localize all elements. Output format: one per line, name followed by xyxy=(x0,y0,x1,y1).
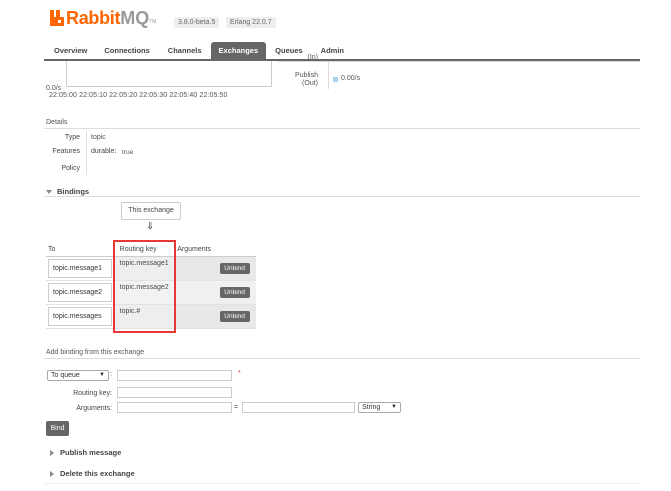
chart-y-zero-label: 0.0/s xyxy=(46,85,62,92)
series-swatch xyxy=(333,77,338,82)
col-arguments: Arguments xyxy=(175,243,218,257)
argument-type-value: String xyxy=(362,404,381,411)
down-arrow-icon: ⇓ xyxy=(146,221,155,232)
durable-key: durable: xyxy=(91,148,117,155)
footer-divider xyxy=(44,483,640,484)
rabbit-logo-icon xyxy=(50,10,64,26)
tab-channels[interactable]: Channels xyxy=(159,42,211,59)
destination-type-value: To queue xyxy=(51,372,80,379)
collapse-arrow-icon xyxy=(46,190,52,195)
add-binding-divider xyxy=(44,358,640,359)
delete-exchange-toggle[interactable]: Delete this exchange xyxy=(50,469,135,478)
erlang-badge: Erlang 22.0.7 xyxy=(226,17,276,28)
tab-connections[interactable]: Connections xyxy=(95,42,158,59)
durable-value: true xyxy=(122,149,134,156)
binding-arguments xyxy=(175,304,218,329)
brand-rabbit: Rabbit xyxy=(66,7,121,28)
rates-column-divider xyxy=(328,61,329,89)
col-action xyxy=(217,243,256,257)
this-exchange-box: This exchange xyxy=(121,202,181,220)
delete-exchange-label: Delete this exchange xyxy=(60,469,135,478)
rabbitmq-logo[interactable]: Rabbit MQ TM xyxy=(50,8,156,28)
bindings-divider xyxy=(44,196,640,197)
unbind-button[interactable]: Unbind xyxy=(219,310,250,322)
required-marker: * xyxy=(238,370,241,377)
chart-time-labels: 22:05:00 22:05:10 22:05:20 22:05:30 22:0… xyxy=(49,92,228,99)
details-heading: Details xyxy=(46,119,68,126)
publish-label: Publish xyxy=(295,72,318,79)
tab-overview[interactable]: Overview xyxy=(46,42,95,59)
publish-message-label: Publish message xyxy=(60,448,122,457)
rates-divider xyxy=(278,61,640,62)
trademark: TM xyxy=(149,19,157,25)
bindings-section-toggle[interactable]: Bindings xyxy=(46,187,89,196)
binding-arguments xyxy=(175,256,218,281)
policy-label: Policy xyxy=(61,165,80,172)
routing-key-highlight xyxy=(113,240,176,333)
rate-in-label: (In) xyxy=(307,54,319,61)
publish-message-toggle[interactable]: Publish message xyxy=(50,448,121,457)
destination-name-input[interactable] xyxy=(117,370,232,381)
arguments-label: Arguments: xyxy=(76,405,112,412)
argument-key-input[interactable] xyxy=(117,402,232,413)
destination-colon: : xyxy=(110,371,112,378)
binding-to-link[interactable]: topic.messages xyxy=(48,306,112,326)
chevron-down-icon: ▼ xyxy=(391,404,397,410)
chevron-down-icon: ▼ xyxy=(99,372,105,378)
destination-type-select[interactable]: To queue ▼ xyxy=(47,370,109,381)
version-badge: 3.8.0-beta.5 xyxy=(174,17,220,28)
details-separator xyxy=(86,131,87,175)
type-label: Type xyxy=(64,134,80,141)
routing-key-label: Routing key: xyxy=(73,390,112,397)
features-label: Features xyxy=(52,148,80,155)
bindings-heading: Bindings xyxy=(57,187,90,196)
out-label: (Out) xyxy=(302,80,318,87)
type-value: topic xyxy=(91,134,106,141)
details-divider xyxy=(44,128,640,129)
message-rate-chart xyxy=(66,61,272,87)
binding-to-link[interactable]: topic.message2 xyxy=(48,282,112,302)
publish-out-rate: 0.00/s xyxy=(341,75,361,82)
expand-arrow-icon xyxy=(50,450,54,457)
binding-to-link[interactable]: topic.message1 xyxy=(48,258,112,278)
equals-sign: = xyxy=(234,404,239,411)
rate-publish-out-label: Publish (Out) xyxy=(290,72,318,88)
bind-button[interactable]: Bind xyxy=(46,421,69,436)
brand-mq: MQ xyxy=(120,7,150,28)
argument-type-select[interactable]: String ▼ xyxy=(358,402,401,413)
argument-value-input[interactable] xyxy=(242,402,355,413)
add-binding-heading: Add binding from this exchange xyxy=(46,349,145,356)
col-to: To xyxy=(46,243,115,257)
binding-arguments xyxy=(175,280,218,305)
unbind-button[interactable]: Unbind xyxy=(219,286,250,298)
expand-arrow-icon xyxy=(50,471,54,478)
routing-key-input[interactable] xyxy=(117,387,232,398)
unbind-button[interactable]: Unbind xyxy=(219,262,250,274)
tab-exchanges[interactable]: Exchanges xyxy=(210,42,267,59)
